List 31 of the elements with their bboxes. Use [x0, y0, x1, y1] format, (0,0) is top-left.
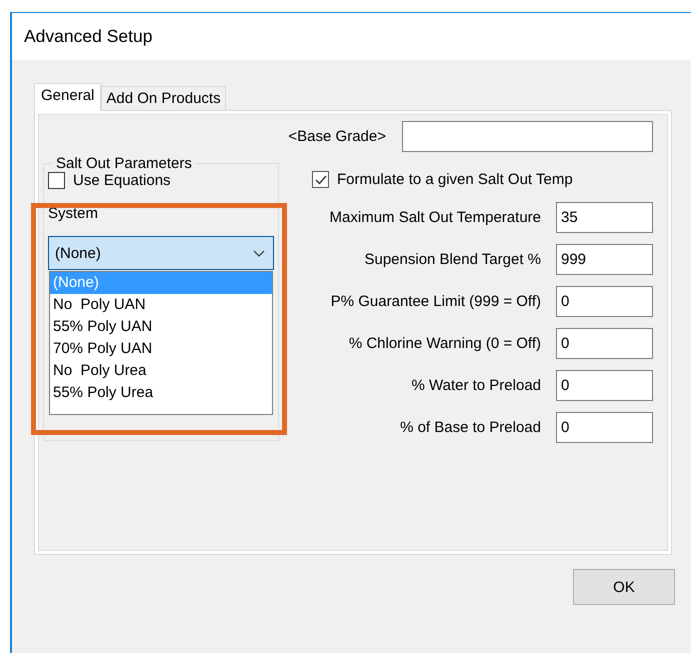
- group-title: Salt Out Parameters: [55, 155, 193, 172]
- chevron-down-icon: [253, 250, 265, 256]
- dropdown-option[interactable]: 55% Poly UAN: [50, 316, 272, 338]
- input-field[interactable]: 35: [556, 202, 653, 233]
- checkbox-label: Formulate to a given Salt Out Temp: [337, 171, 573, 188]
- window-title: Advanced Setup: [24, 26, 152, 47]
- field-label: Supension Blend Target %: [364, 251, 541, 268]
- system-dropdown[interactable]: (None): [48, 236, 274, 270]
- dropdown-option[interactable]: No Poly UAN: [50, 294, 272, 316]
- input-field[interactable]: 0: [556, 412, 653, 443]
- input-field[interactable]: 999: [556, 244, 653, 275]
- system-label: System: [48, 205, 100, 222]
- field-label: Maximum Salt Out Temperature: [330, 209, 541, 226]
- field-label: <Base Grade>: [288, 128, 386, 145]
- checkbox[interactable]: [312, 171, 329, 188]
- input-field[interactable]: 0: [556, 370, 653, 401]
- dropdown-option[interactable]: No Poly Urea: [50, 360, 272, 382]
- ok-button[interactable]: OK: [573, 569, 675, 605]
- dropdown-option[interactable]: 70% Poly UAN: [50, 338, 272, 360]
- field-label: P% Guarantee Limit (999 = Off): [330, 293, 541, 310]
- field-label: % Water to Preload: [412, 377, 541, 394]
- field-label: % of Base to Preload: [400, 419, 541, 436]
- checkbox[interactable]: [48, 172, 65, 189]
- base-grade-field[interactable]: [402, 121, 653, 152]
- checkbox-label: Use Equations: [73, 172, 171, 189]
- input-field[interactable]: 0: [556, 286, 653, 317]
- tab[interactable]: Add On Products: [101, 86, 226, 110]
- dropdown-option[interactable]: 55% Poly Urea: [50, 382, 272, 404]
- field-label: % Chlorine Warning (0 = Off): [348, 335, 541, 352]
- input-field[interactable]: 0: [556, 328, 653, 359]
- tab[interactable]: General: [34, 83, 102, 111]
